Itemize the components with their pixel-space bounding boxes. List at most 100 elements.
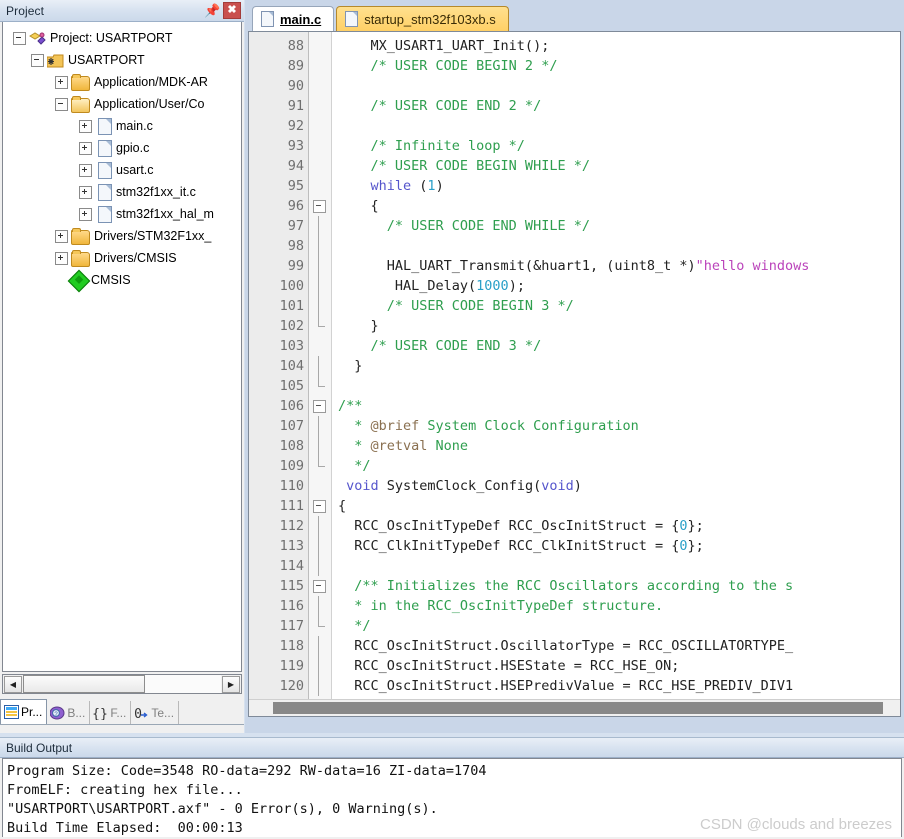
fold-guide: [309, 176, 331, 196]
project-tree-hscrollbar[interactable]: ◀ ▶: [2, 674, 242, 694]
code-line[interactable]: RCC_OscInitTypeDef RCC_OscInitStruct = {…: [338, 516, 900, 536]
line-number: 117: [279, 618, 304, 634]
collapse-icon[interactable]: [55, 97, 68, 111]
expand-icon[interactable]: [79, 141, 92, 155]
code-line[interactable]: [338, 376, 900, 396]
tree-item[interactable]: Project: USARTPORT: [3, 27, 241, 49]
editor-tab[interactable]: startup_stm32f103xb.s: [336, 6, 509, 31]
code-line[interactable]: }: [338, 316, 900, 336]
tree-item[interactable]: usart.c: [3, 159, 241, 181]
tree-item[interactable]: main.c: [3, 115, 241, 137]
code-line[interactable]: /* USER CODE BEGIN 2 */: [338, 56, 900, 76]
code-line[interactable]: /* USER CODE END 2 */: [338, 96, 900, 116]
collapse-icon[interactable]: [31, 53, 44, 67]
code-line[interactable]: /** Initializes the RCC Oscillators acco…: [338, 576, 900, 596]
fold-toggle-icon[interactable]: [309, 396, 331, 416]
code-line[interactable]: }: [338, 356, 900, 376]
code-line[interactable]: /* USER CODE BEGIN 3 */: [338, 296, 900, 316]
tree-item[interactable]: stm32f1xx_it.c: [3, 181, 241, 203]
scrollbar-track[interactable]: [23, 675, 221, 693]
project-panel-tab[interactable]: 0 Te...: [131, 701, 180, 724]
expand-icon[interactable]: [79, 163, 92, 177]
code-editor[interactable]: 88 89 90 91 92 93 94 95 96 97 98 99 100 101 102 103 104 1…: [248, 31, 901, 717]
tree-item[interactable]: Drivers/CMSIS: [3, 247, 241, 269]
code-token: *: [338, 438, 371, 454]
scroll-right-arrow-icon[interactable]: ▶: [222, 675, 240, 693]
code-line[interactable]: /* Infinite loop */: [338, 136, 900, 156]
code-line[interactable]: RCC_OscInitStruct.HSEPredivValue = RCC_H…: [338, 676, 900, 696]
tree-item[interactable]: USARTPORT: [3, 49, 241, 71]
templates-icon: 0: [134, 706, 149, 722]
line-number: 109: [279, 458, 304, 474]
line-number: 106: [279, 398, 304, 414]
tree-item[interactable]: CMSIS: [3, 269, 241, 293]
line-number: 91: [287, 98, 304, 114]
collapse-icon[interactable]: [13, 31, 26, 45]
fold-guide: [309, 476, 331, 496]
code-line[interactable]: {: [338, 196, 900, 216]
code-folding-gutter[interactable]: [309, 32, 332, 700]
tree-item[interactable]: stm32f1xx_hal_m: [3, 203, 241, 225]
code-line[interactable]: while (1): [338, 176, 900, 196]
code-line[interactable]: HAL_Delay(1000);: [338, 276, 900, 296]
project-panel-tab[interactable]: Pr...: [0, 699, 48, 724]
tree-item-label: stm32f1xx_it.c: [116, 185, 196, 199]
code-line[interactable]: RCC_OscInitStruct.HSEState = RCC_HSE_ON;: [338, 656, 900, 676]
build-output-text[interactable]: Program Size: Code=3548 RO-data=292 RW-d…: [2, 758, 902, 837]
code-line[interactable]: [338, 76, 900, 96]
code-line[interactable]: */: [338, 456, 900, 476]
fold-toggle-icon[interactable]: [309, 496, 331, 516]
code-line[interactable]: */: [338, 616, 900, 636]
project-tree[interactable]: Project: USARTPORT USARTPORT Application/M…: [2, 22, 242, 672]
fold-toggle-icon[interactable]: [309, 576, 331, 596]
editor-tab-label: startup_stm32f103xb.s: [364, 11, 496, 27]
tree-item-label: Drivers/STM32F1xx_: [94, 229, 212, 243]
expand-icon[interactable]: [79, 119, 92, 133]
line-number: 101: [279, 298, 304, 314]
code-line[interactable]: RCC_ClkInitTypeDef RCC_ClkInitStruct = {…: [338, 536, 900, 556]
code-text[interactable]: MX_USART1_UART_Init(); /* USER CODE BEGI…: [332, 32, 900, 700]
editor-hscroll-thumb[interactable]: [273, 702, 883, 714]
code-line[interactable]: /* USER CODE END WHILE */: [338, 216, 900, 236]
expand-icon[interactable]: [55, 75, 68, 89]
code-line[interactable]: {: [338, 496, 900, 516]
close-icon[interactable]: ✖: [223, 2, 241, 19]
tree-item[interactable]: Drivers/STM32F1xx_: [3, 225, 241, 247]
line-number: 112: [279, 518, 304, 534]
tree-item[interactable]: Application/User/Co: [3, 93, 241, 115]
pin-icon[interactable]: 📌: [204, 2, 221, 19]
code-line[interactable]: * @retval None: [338, 436, 900, 456]
expand-icon[interactable]: [79, 207, 92, 221]
code-line[interactable]: [338, 236, 900, 256]
code-line[interactable]: [338, 116, 900, 136]
code-line[interactable]: HAL_UART_Transmit(&huart1, (uint8_t *)"h…: [338, 256, 900, 276]
code-line[interactable]: /**: [338, 396, 900, 416]
editor-hscrollbar[interactable]: [249, 699, 900, 716]
expand-icon[interactable]: [55, 229, 68, 243]
code-line[interactable]: [338, 556, 900, 576]
expand-icon[interactable]: [55, 251, 68, 265]
code-token: /* USER CODE END 3 */: [338, 338, 542, 354]
code-token: HAL_UART_Transmit(&huart1, (uint8_t *): [338, 258, 696, 274]
code-line[interactable]: RCC_OscInitStruct.OscillatorType = RCC_O…: [338, 636, 900, 656]
build-output-titlebar: Build Output: [0, 737, 904, 758]
project-panel-tab[interactable]: {} F...: [90, 701, 132, 724]
line-number: 118: [279, 638, 304, 654]
code-line[interactable]: /* USER CODE BEGIN WHILE */: [338, 156, 900, 176]
tree-item[interactable]: Application/MDK-AR: [3, 71, 241, 93]
scroll-left-arrow-icon[interactable]: ◀: [4, 675, 22, 693]
tree-item[interactable]: gpio.c: [3, 137, 241, 159]
code-token: {: [338, 198, 379, 214]
scrollbar-thumb[interactable]: [23, 675, 145, 693]
fold-toggle-icon[interactable]: [309, 196, 331, 216]
code-token: /** Initializes the RCC Oscillators acco…: [338, 578, 794, 594]
project-panel-tab[interactable]: ? B...: [47, 701, 91, 724]
code-line[interactable]: * @brief System Clock Configuration: [338, 416, 900, 436]
fold-guide: [309, 316, 331, 336]
code-line[interactable]: void SystemClock_Config(void): [338, 476, 900, 496]
expand-icon[interactable]: [79, 185, 92, 199]
editor-tab[interactable]: main.c: [252, 6, 335, 31]
code-line[interactable]: * in the RCC_OscInitTypeDef structure.: [338, 596, 900, 616]
code-line[interactable]: MX_USART1_UART_Init();: [338, 36, 900, 56]
code-line[interactable]: /* USER CODE END 3 */: [338, 336, 900, 356]
